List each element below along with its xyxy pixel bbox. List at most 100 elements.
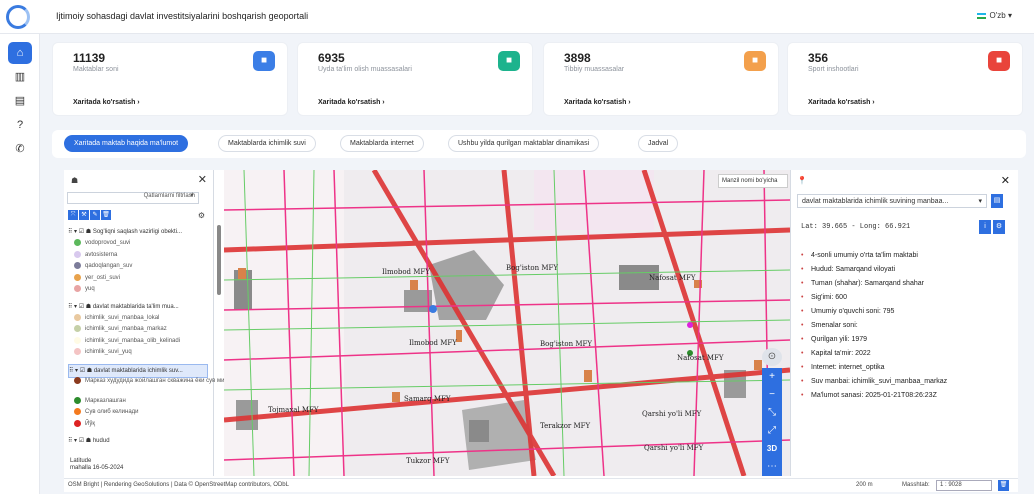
svg-text:Ilmobod MFY: Ilmobod MFY [409, 339, 457, 347]
attribute-row: • Kapital ta'mir: 2022 [801, 350, 871, 357]
settings-icon[interactable]: ⚙ [993, 220, 1005, 234]
layer-group-label: hudud [92, 438, 110, 444]
svg-text:Nafosat MFY: Nafosat MFY [677, 354, 724, 362]
layer-legend-item: vodoprovod_suvi [74, 239, 130, 246]
layer-group[interactable]: ⠿ ▾ ☑ ☗ hudud [68, 435, 208, 447]
layer-legend-item: Йўқ [74, 419, 95, 427]
pin-icon: • [801, 252, 804, 259]
layer-group[interactable]: ⠿ ▾ ☑ ☗ davlat maktablarida ichimlik suv… [68, 363, 208, 378]
map-svg: Ilmobod MFY Bog'iston MFY Nafosat MFY Il… [224, 170, 790, 476]
phone-icon[interactable]: ✆ [8, 138, 32, 160]
layer-select[interactable]: davlat maktablarida ichimlik suvining ma… [797, 194, 987, 208]
legend-swatch [74, 336, 81, 344]
layer-filter-input[interactable]: Qatlamlarni filtrlash ▼ [67, 192, 199, 204]
stat-card: 6935 Uyda ta'lim olish muassasalari Xari… [297, 42, 533, 116]
layer-group[interactable]: ⠿ ▾ ☑ ☗ Sog'liqni saqlash vazirligi obek… [68, 226, 208, 238]
tab-internet[interactable]: Maktablarda internet [340, 135, 424, 152]
legend-swatch [74, 262, 81, 269]
map-canvas[interactable]: Ilmobod MFY Bog'iston MFY Nafosat MFY Il… [224, 170, 790, 476]
layer-group-label: davlat maktablarida ichimlik suv... [93, 367, 183, 374]
calendar-icon[interactable]: ▤ [8, 90, 32, 112]
ball-icon: ■ [988, 51, 1010, 71]
more-button[interactable]: ⋯ [762, 458, 782, 476]
date-legend: Latitude mahalla 16-05-2024 [70, 458, 124, 471]
legend-swatch [74, 396, 81, 404]
layer-legend-item: qadoqlangan_suv [74, 262, 132, 269]
stat-label: Sport inshootlari [808, 66, 859, 73]
stat-value: 356 [808, 51, 829, 65]
layer-legend-item: Марказ худудида жойлашган скважина ёки с… [74, 376, 244, 384]
attribute-row: • Qurilgan yili: 1979 [801, 336, 868, 343]
coordinates-readout: Lat: 39.665 - Long: 66.921 [801, 223, 911, 231]
show-on-map-link[interactable]: Xaritada ko'rsatish › [808, 99, 875, 106]
3d-button[interactable]: 3D [762, 440, 782, 458]
chart-icon[interactable]: ▥ [8, 66, 32, 88]
stat-value: 3898 [564, 51, 591, 65]
tabs-bar: Xaritada maktab haqida ma'lumot Maktabla… [52, 130, 1026, 158]
svg-text:Nafosat MFY: Nafosat MFY [649, 274, 696, 282]
stat-label: Uyda ta'lim olish muassasalari [318, 66, 412, 73]
fullscreen-exit-icon[interactable]: ⤡ [762, 404, 782, 422]
scale-bar: 200 m [856, 482, 873, 488]
help-icon[interactable]: ? [8, 114, 32, 136]
svg-text:Ilmobod MFY: Ilmobod MFY [382, 268, 430, 276]
attribute-row: • Sig'imi: 600 [801, 294, 847, 301]
show-on-map-link[interactable]: Xaritada ko'rsatish › [73, 99, 140, 106]
logo-icon[interactable] [6, 5, 30, 29]
show-on-map-link[interactable]: Xaritada ko'rsatish › [564, 99, 631, 106]
trash-icon[interactable]: 🗑 [998, 480, 1009, 491]
table-icon[interactable]: ▤ [991, 194, 1003, 208]
fullscreen-icon[interactable]: ⤢ [762, 422, 782, 440]
tab-dynamics[interactable]: Ushbu yilda qurilgan maktablar dinamikas… [448, 135, 600, 152]
legend-swatch [74, 419, 81, 427]
scrollbar[interactable] [217, 225, 221, 295]
legend-swatch [74, 239, 81, 246]
close-icon[interactable]: ✕ [198, 173, 207, 186]
compass-icon[interactable]: ⊙ [762, 348, 782, 366]
attribute-row: • Suv manbai: ichimlik_suvi_manbaa_markaz [801, 378, 948, 385]
close-icon[interactable]: ✕ [1001, 174, 1010, 187]
bandage-icon: ■ [498, 51, 520, 71]
show-on-map-link[interactable]: Xaritada ko'rsatish › [318, 99, 385, 106]
medical-icon: ■ [744, 51, 766, 71]
gear-icon[interactable]: ⚙ [198, 211, 205, 220]
layer-group[interactable]: ⠿ ▾ ☑ ☗ davlat maktablarida ta'lim mua..… [68, 301, 208, 313]
svg-text:Qarshi yo'li MFY: Qarshi yo'li MFY [644, 444, 704, 452]
pin-icon: 📍 [797, 176, 807, 185]
scale-label: Masshtab: [902, 482, 930, 488]
address-search-input[interactable]: Manzil nomi bo'yicha [718, 174, 788, 188]
pencil-icon[interactable]: ✎ [90, 210, 100, 220]
svg-text:Bog'iston MFY: Bog'iston MFY [540, 340, 592, 348]
zoom-in-button[interactable]: + [762, 368, 782, 386]
scale-select[interactable]: 1 : 9028 [936, 480, 992, 491]
layer-toolbar: ⤧ ⚒ ✎ 🗑 [68, 210, 112, 220]
info-icon[interactable]: i [979, 220, 991, 234]
flag-icon [976, 12, 986, 19]
zoom-out-button[interactable]: − [762, 386, 782, 404]
legend-swatch [74, 250, 81, 258]
app-title: Ijtimoiy sohasdagi davlat investitsiyala… [56, 11, 309, 21]
filter-icon[interactable]: ▼ [189, 193, 195, 199]
stat-label: Tibbiy muassasalar [564, 66, 625, 73]
legend-swatch [74, 376, 81, 384]
layer-group-label: davlat maktablarida ta'lim mua... [92, 303, 179, 310]
user-icon: • [801, 308, 804, 315]
stat-value: 6935 [318, 51, 345, 65]
wrench-icon[interactable]: ⚒ [79, 210, 89, 220]
svg-text:Tojmaxal MFY: Tojmaxal MFY [268, 406, 319, 414]
language-selector[interactable]: O'zb ▾ [976, 11, 1012, 20]
map-icon: • [801, 280, 804, 287]
expand-icon[interactable]: ⤧ [68, 210, 78, 220]
layers-panel: ☗ ✕ Qatlamlarni filtrlash ▼ ⤧ ⚒ ✎ 🗑 ⚙ ⠿ ▾ ☑ … [64, 170, 244, 476]
build-icon: • [801, 336, 804, 343]
tab-table[interactable]: Jadval [638, 135, 679, 152]
top-bar: Ijtimoiy sohasdagi davlat investitsiyala… [0, 0, 1034, 34]
tab-drinking-water[interactable]: Maktablarda ichimlik suvi [218, 135, 316, 152]
layer-legend-item: yuq [74, 285, 95, 292]
map-panel: ☗ ✕ Qatlamlarni filtrlash ▼ ⤧ ⚒ ✎ 🗑 ⚙ ⠿ ▾ ☑ … [64, 170, 1018, 486]
attribute-row: • Umumiy o'quvchi soni: 795 [801, 308, 895, 315]
home-icon[interactable]: ⌂ [8, 42, 32, 64]
layer-legend-item: ichimlik_suvi_yuq [74, 348, 132, 355]
trash-icon[interactable]: 🗑 [101, 210, 111, 220]
tab-school-info[interactable]: Xaritada maktab haqida ma'lumot [64, 135, 189, 152]
